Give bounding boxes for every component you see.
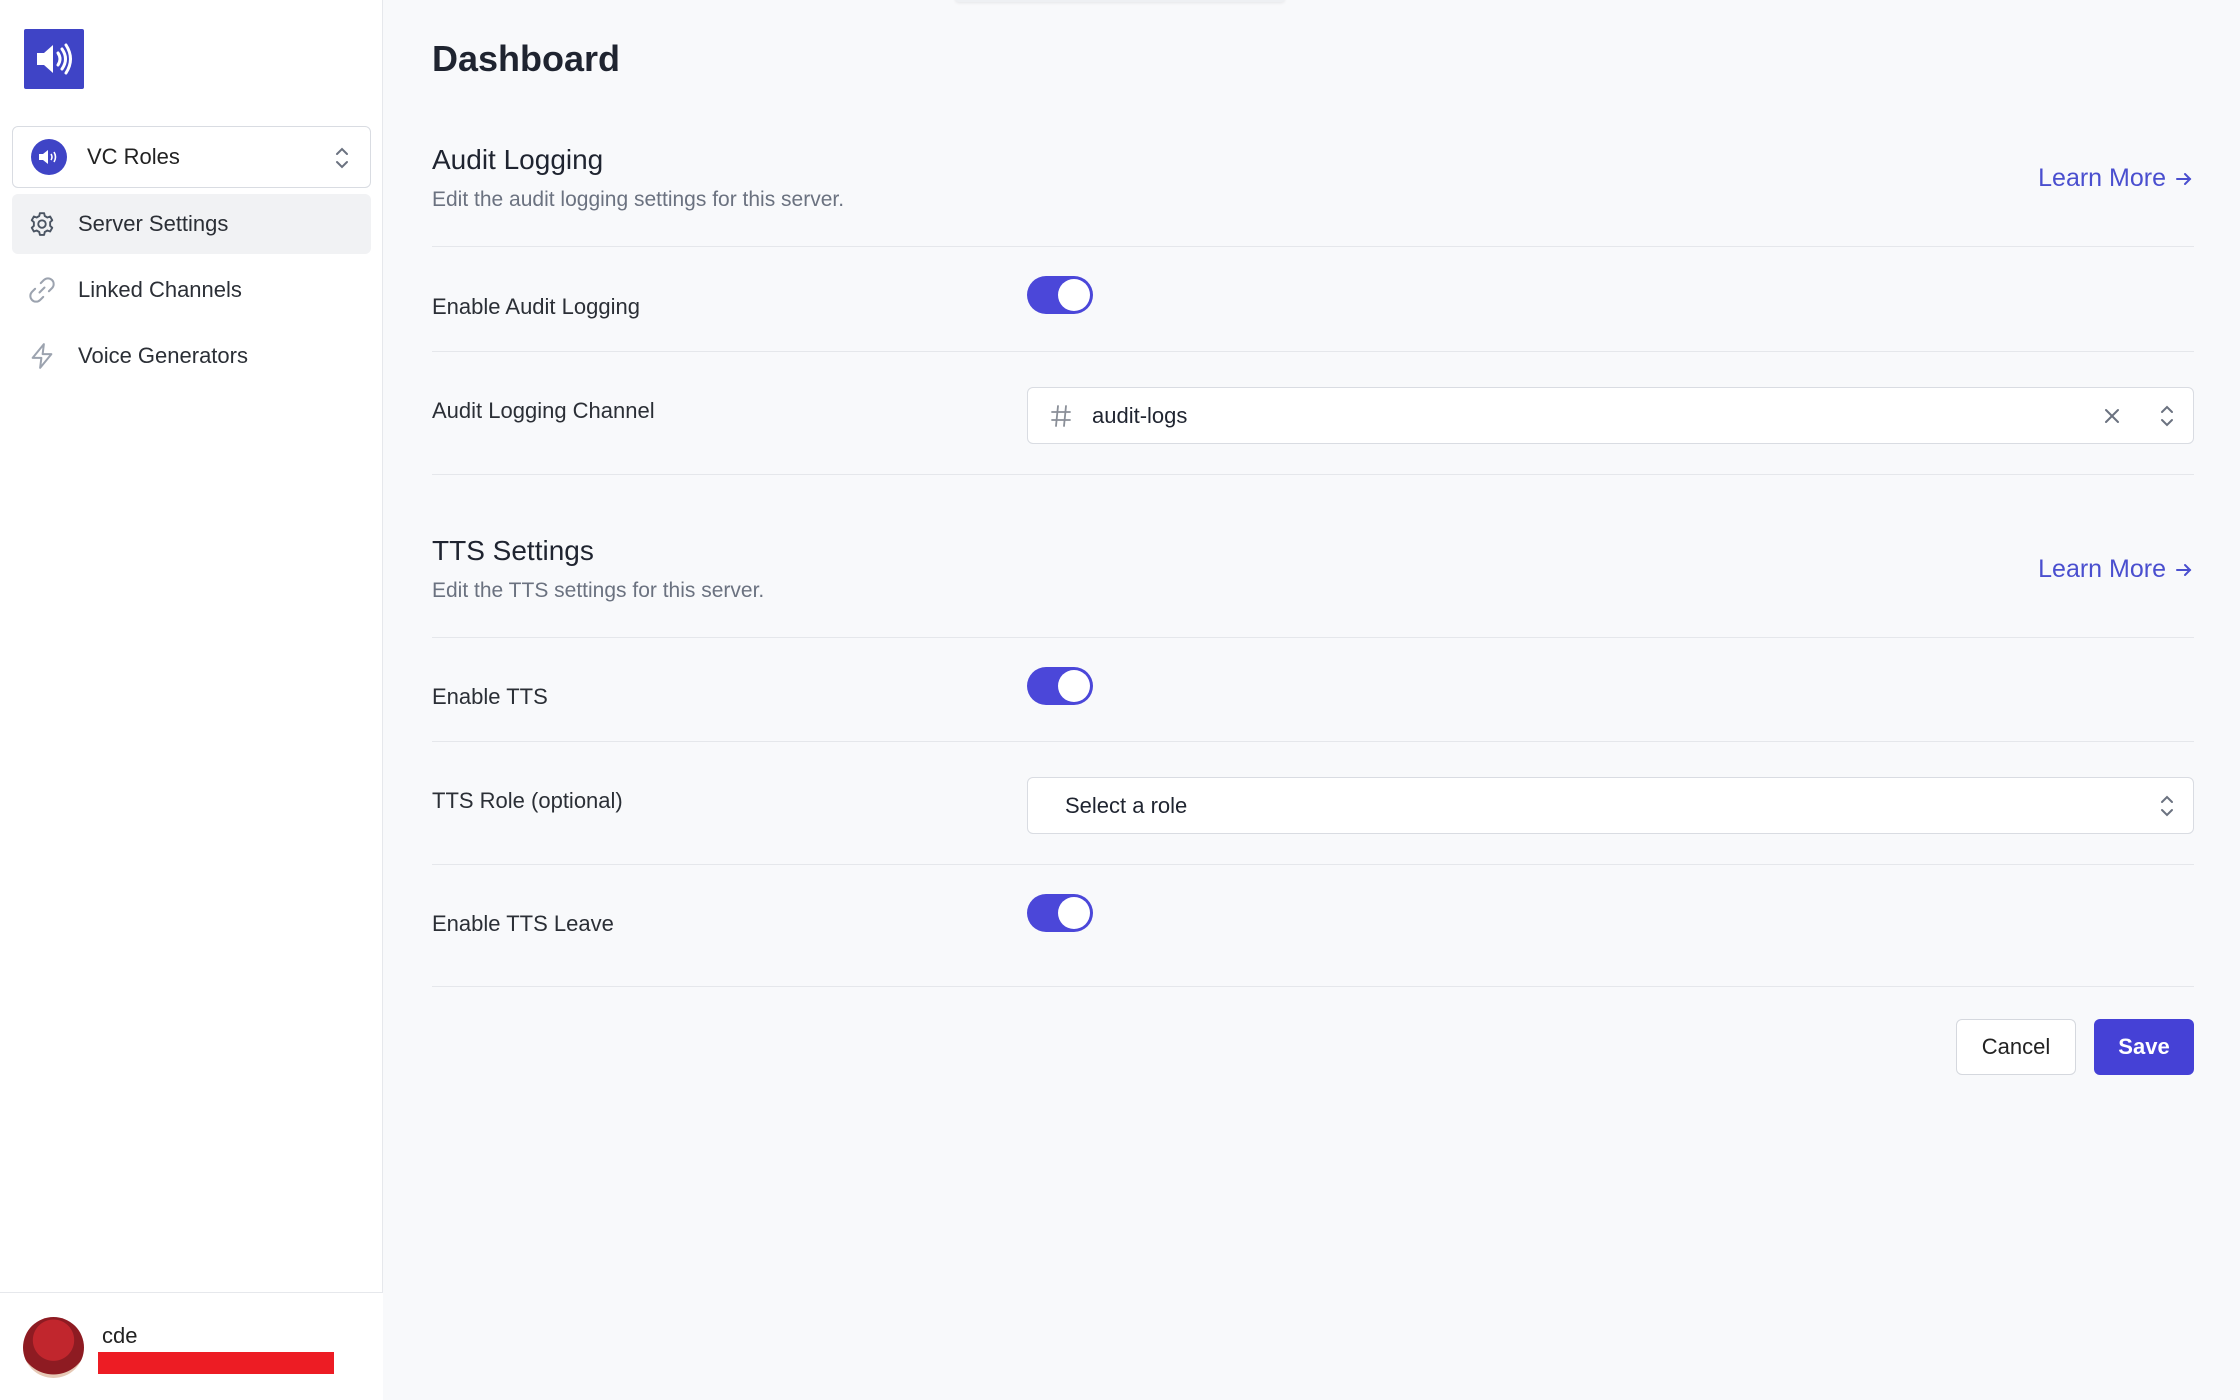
speaker-avatar-icon bbox=[31, 139, 67, 175]
sidebar-item-label: Voice Generators bbox=[78, 343, 248, 368]
tts-role-placeholder: Select a role bbox=[1065, 792, 1188, 818]
bolt-icon bbox=[26, 340, 58, 372]
user-name: cde bbox=[102, 1323, 138, 1348]
top-tab bbox=[955, 0, 1285, 2]
divider bbox=[432, 351, 2194, 352]
learn-more-label: Learn More bbox=[2038, 555, 2166, 583]
toggle-knob bbox=[1058, 897, 1090, 929]
toggle-knob bbox=[1058, 279, 1090, 311]
sidebar-item-label: Linked Channels bbox=[78, 277, 242, 302]
toggle-knob bbox=[1058, 670, 1090, 702]
gear-icon bbox=[26, 208, 58, 240]
sidebar-item-server-settings[interactable]: Server Settings bbox=[12, 194, 371, 254]
enable-tts-toggle[interactable] bbox=[1027, 667, 1093, 705]
audit-logging-channel-label: Audit Logging Channel bbox=[432, 398, 655, 423]
arrow-right-icon bbox=[2176, 563, 2192, 576]
enable-audit-logging-label: Enable Audit Logging bbox=[432, 294, 640, 319]
divider bbox=[432, 741, 2194, 742]
enable-audit-logging-toggle[interactable] bbox=[1027, 276, 1093, 314]
redacted-username bbox=[98, 1352, 334, 1374]
server-name: VC Roles bbox=[87, 144, 180, 169]
link-icon bbox=[26, 274, 58, 306]
hash-icon bbox=[1050, 403, 1072, 429]
tts-learn-more-link[interactable]: Learn More bbox=[2038, 555, 2194, 584]
chevron-updown-icon bbox=[336, 147, 348, 169]
tts-role-select[interactable]: Select a role bbox=[1027, 777, 2194, 834]
audit-logging-title: Audit Logging bbox=[432, 144, 604, 175]
save-button[interactable]: Save bbox=[2094, 1019, 2194, 1075]
audit-logging-learn-more-link[interactable]: Learn More bbox=[2038, 164, 2194, 193]
avatar[interactable] bbox=[23, 1317, 84, 1378]
chevron-updown-icon bbox=[2161, 405, 2173, 427]
sidebar: VC Roles Server Settings Linked Channels bbox=[0, 0, 383, 1400]
audit-logging-description: Edit the audit logging settings for this… bbox=[432, 188, 845, 211]
speaker-icon bbox=[37, 43, 72, 75]
close-icon[interactable] bbox=[2099, 403, 2125, 434]
sidebar-item-linked-channels[interactable]: Linked Channels bbox=[12, 260, 371, 320]
user-footer[interactable]: cde bbox=[0, 1292, 383, 1400]
enable-tts-label: Enable TTS bbox=[432, 684, 548, 709]
server-selector[interactable]: VC Roles bbox=[12, 126, 371, 188]
enable-tts-leave-toggle[interactable] bbox=[1027, 894, 1093, 932]
divider bbox=[432, 864, 2194, 865]
divider bbox=[432, 474, 2194, 475]
page-title: Dashboard bbox=[432, 38, 621, 79]
tts-role-label: TTS Role (optional) bbox=[432, 788, 623, 813]
selected-channel: audit-logs bbox=[1092, 402, 1188, 428]
sidebar-item-label: Server Settings bbox=[78, 211, 229, 236]
divider bbox=[432, 986, 2194, 987]
tts-settings-title: TTS Settings bbox=[432, 535, 594, 566]
app-logo[interactable] bbox=[24, 29, 84, 89]
divider bbox=[432, 246, 2194, 247]
cancel-button[interactable]: Cancel bbox=[1956, 1019, 2076, 1075]
sidebar-item-voice-generators[interactable]: Voice Generators bbox=[12, 326, 371, 386]
enable-tts-leave-label: Enable TTS Leave bbox=[432, 911, 614, 936]
learn-more-label: Learn More bbox=[2038, 164, 2166, 192]
audit-logging-channel-select[interactable]: audit-logs bbox=[1027, 387, 2194, 444]
chevron-updown-icon bbox=[2161, 795, 2173, 817]
arrow-right-icon bbox=[2176, 172, 2192, 185]
tts-settings-description: Edit the TTS settings for this server. bbox=[432, 579, 765, 602]
divider bbox=[432, 637, 2194, 638]
